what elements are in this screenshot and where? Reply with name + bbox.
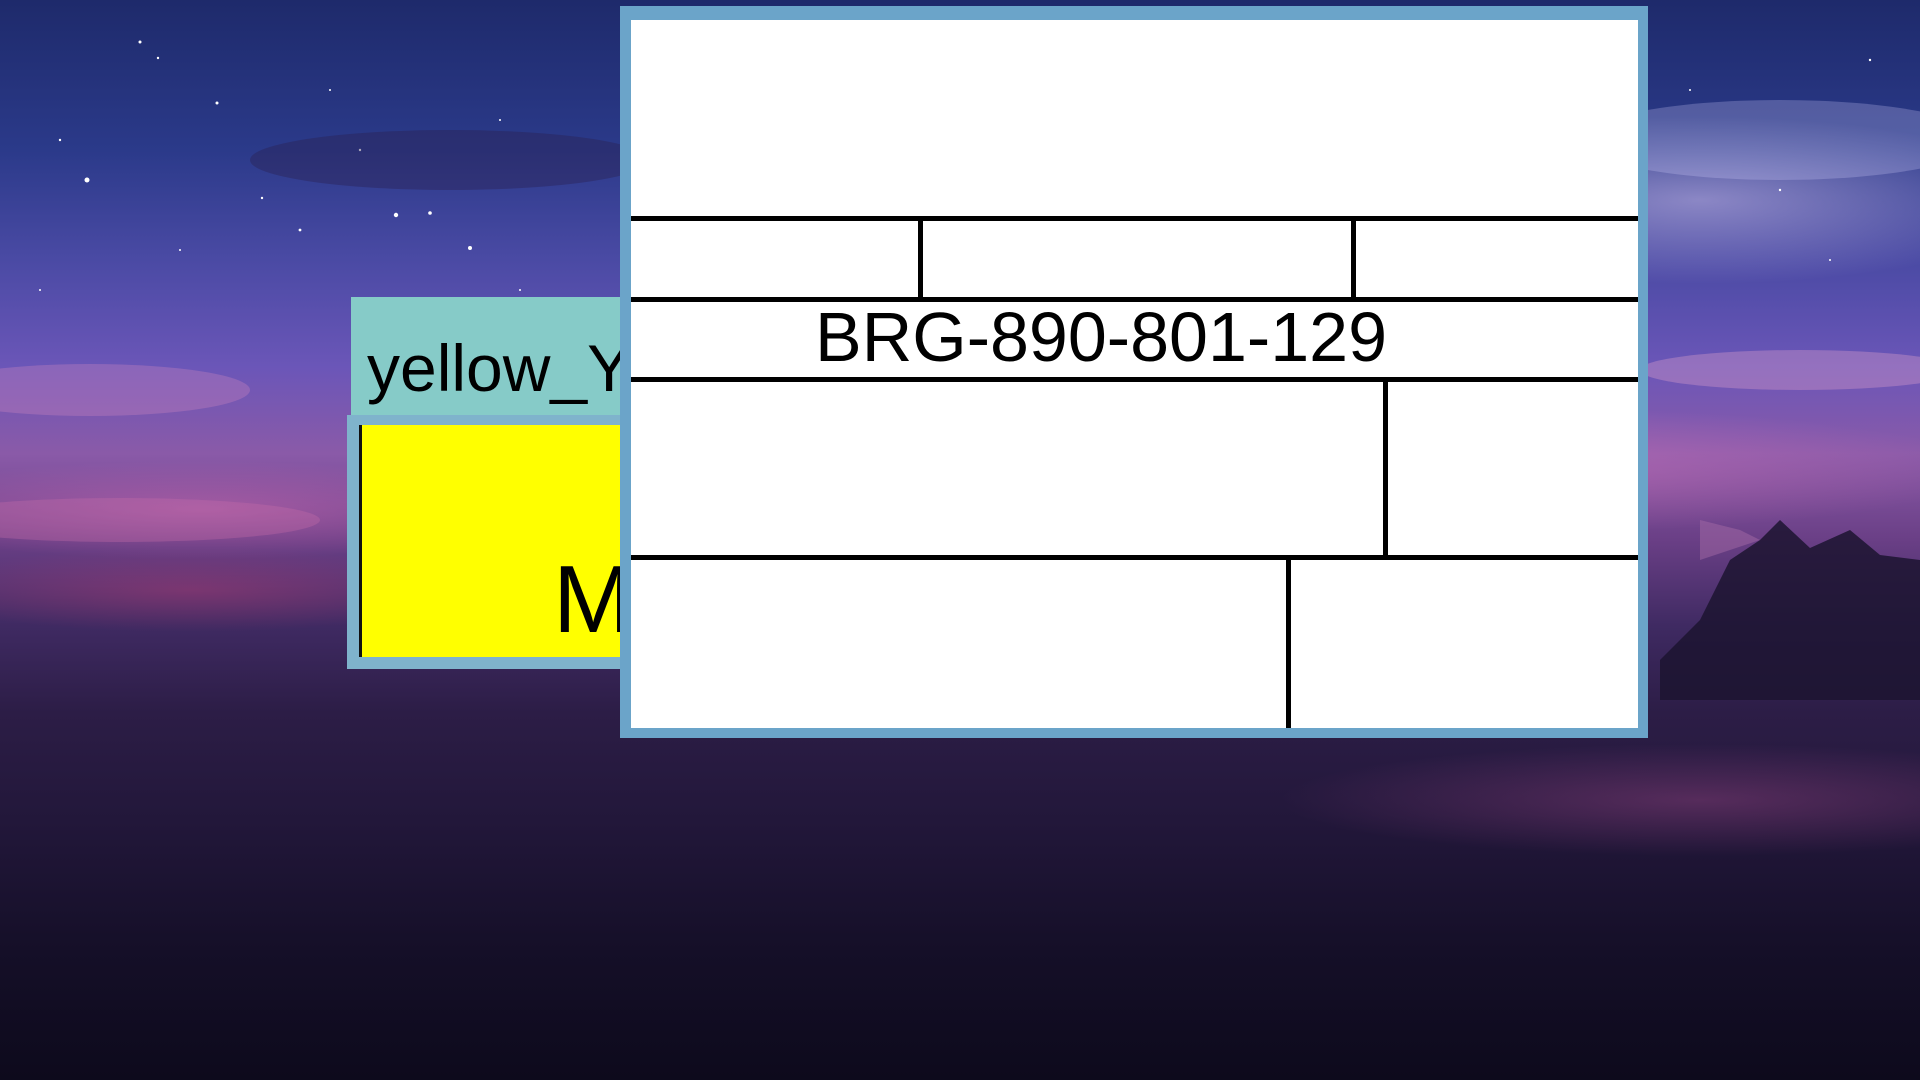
form-cell[interactable] (631, 382, 1383, 555)
form-cell[interactable] (631, 560, 1286, 728)
form-cell[interactable] (1291, 560, 1638, 728)
form-cell[interactable] (1388, 382, 1638, 555)
form-cell[interactable] (1356, 221, 1638, 297)
form-window[interactable]: _ _ BRG-890-801-129 (620, 0, 1648, 738)
form-grid: BRG-890-801-129 (631, 20, 1638, 728)
form-cell[interactable] (923, 221, 1351, 297)
window-title: _ _ (800, 0, 883, 16)
window-title-bar[interactable]: _ _ (620, 0, 1648, 16)
window-title: yellow_Y (367, 331, 632, 405)
code-label: BRG-890-801-129 (815, 298, 1387, 376)
form-cell-header[interactable] (631, 20, 1638, 216)
form-cell[interactable] (631, 221, 918, 297)
